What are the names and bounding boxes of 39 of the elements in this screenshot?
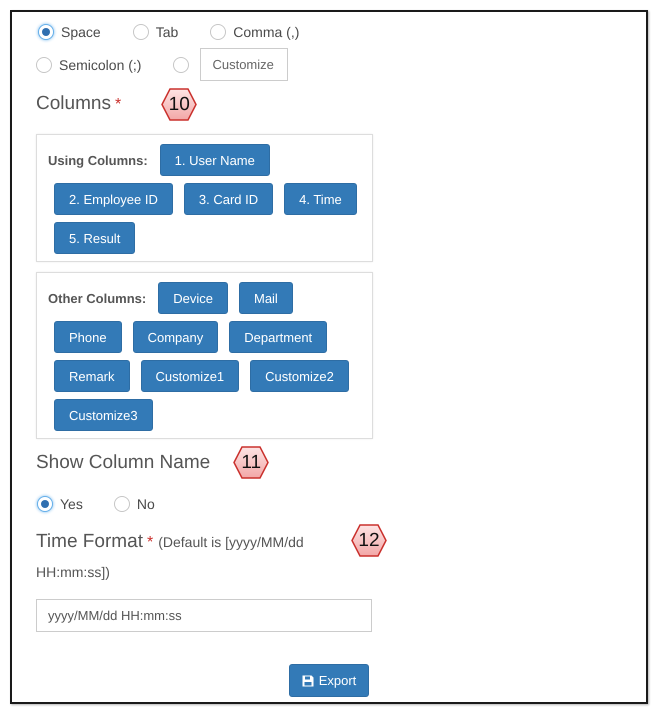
column-chip[interactable]: 2. Employee ID <box>54 183 173 215</box>
column-chip[interactable]: 5. Result <box>54 222 136 254</box>
column-chip[interactable]: Customize2 <box>250 360 349 392</box>
radio-label: Tab <box>156 23 178 42</box>
time-format-field[interactable]: yyyy/MM/dd HH:mm:ss <box>36 599 372 632</box>
section-heading: Show Column Name <box>36 450 210 474</box>
column-chip[interactable]: Department <box>229 321 328 353</box>
column-chip[interactable]: 4. Time <box>284 183 357 215</box>
callout-badge: 11 <box>233 446 270 479</box>
column-chip[interactable]: Company <box>132 321 218 353</box>
radio-label: Semicolon (;) <box>59 56 142 74</box>
radio-button[interactable] <box>38 24 54 40</box>
section-heading: Columns * <box>36 92 122 116</box>
column-chip[interactable]: Device <box>158 282 228 314</box>
group-label: Using Columns: <box>48 152 148 168</box>
save-icon <box>302 674 314 686</box>
column-chip[interactable]: Remark <box>54 360 130 392</box>
column-chip[interactable]: Customize3 <box>54 399 153 431</box>
section-heading: Time Format * (Default is [yyyy/MM/dd HH:mm:ss]) <box>36 530 305 582</box>
radio-button[interactable] <box>36 56 52 72</box>
radio-button[interactable] <box>37 496 53 512</box>
callout-badge: 12 <box>351 524 387 557</box>
radio-button[interactable] <box>173 56 190 72</box>
radio-button[interactable] <box>210 24 226 40</box>
group-label: Other Columns: <box>48 290 146 306</box>
column-chip[interactable]: Mail <box>238 282 293 314</box>
column-chip[interactable]: 1. User Name <box>160 144 270 176</box>
callout-badge: 10 <box>161 88 198 121</box>
radio-label: No <box>136 495 155 514</box>
column-chip[interactable]: Customize1 <box>140 360 240 392</box>
customize-field[interactable]: Customize <box>200 48 288 81</box>
radio-label: Comma (,) <box>233 23 300 42</box>
radio-label: Yes <box>60 495 83 514</box>
export-button[interactable]: Export <box>288 664 370 697</box>
column-chip[interactable]: 3. Card ID <box>184 183 274 215</box>
radio-button[interactable] <box>132 24 149 40</box>
column-chip[interactable]: Phone <box>54 321 122 353</box>
radio-button[interactable] <box>114 496 130 512</box>
radio-label: Space <box>61 23 101 42</box>
